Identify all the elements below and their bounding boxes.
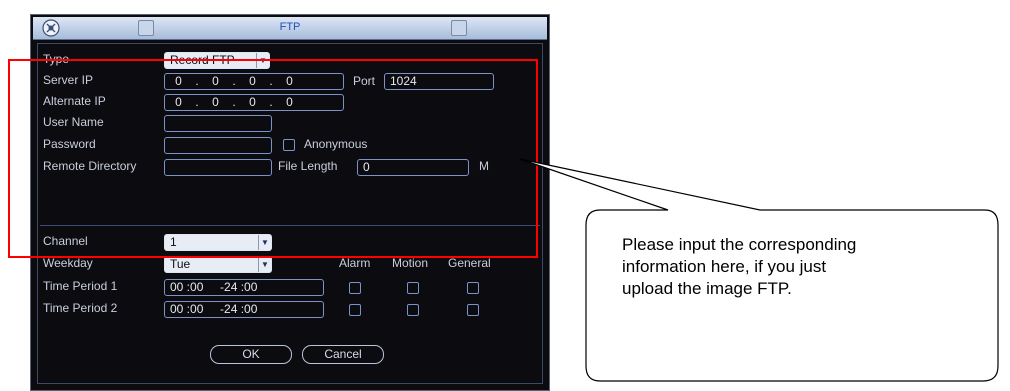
callout-bubble	[519, 158, 999, 382]
callout-text: Please input the corresponding informati…	[622, 234, 962, 300]
callout-line: Please input the corresponding	[622, 235, 857, 254]
callout-line: information here, if you just	[622, 257, 827, 276]
callout-line: upload the image FTP.	[622, 279, 792, 298]
